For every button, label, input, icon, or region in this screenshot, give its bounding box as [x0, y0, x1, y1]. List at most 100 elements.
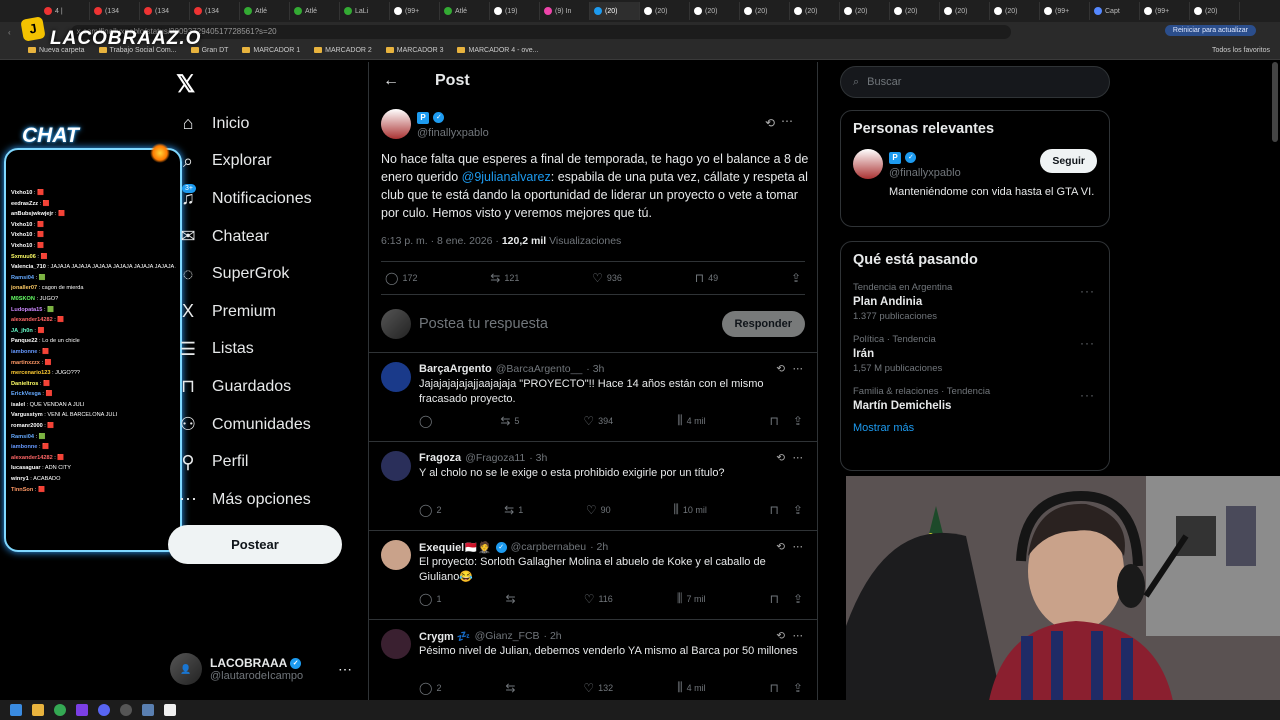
- follow-button[interactable]: Seguir: [1040, 149, 1097, 173]
- nav-item-profile[interactable]: ⚲ Perfil: [168, 443, 368, 481]
- reply-avatar[interactable]: [381, 540, 411, 570]
- more-icon[interactable]: ⋯: [793, 630, 804, 642]
- nav-item-home[interactable]: ⌂ Inicio: [168, 105, 368, 143]
- browser-tab[interactable]: (20): [690, 2, 740, 20]
- windows-start-icon[interactable]: [10, 704, 22, 716]
- more-icon[interactable]: ⋯: [338, 661, 352, 678]
- discord-icon[interactable]: [98, 704, 110, 716]
- browser-tab[interactable]: Atlé: [440, 2, 490, 20]
- repost-action[interactable]: ⇆: [505, 681, 519, 695]
- reply-time[interactable]: · 3h: [529, 452, 547, 464]
- browser-tab[interactable]: Atlé: [240, 2, 290, 20]
- nav-item-notifications[interactable]: ♫ Notificaciones: [168, 180, 368, 218]
- bookmark-item[interactable]: MARCADOR 2: [314, 47, 372, 54]
- bookmark-icon[interactable]: ⊓: [770, 414, 779, 428]
- more-icon[interactable]: ⋯: [793, 541, 804, 553]
- nav-item-explore[interactable]: ⌕ Explorar: [168, 143, 368, 181]
- more-icon[interactable]: ···: [1080, 388, 1095, 402]
- like-action[interactable]: ♡ 116: [584, 592, 613, 606]
- reply-author-name[interactable]: Crygm 💤: [419, 630, 471, 643]
- share-icon[interactable]: ⇪: [793, 592, 803, 606]
- views-action[interactable]: ⫼ 7 mil: [677, 591, 706, 606]
- back-arrow-icon[interactable]: ←: [383, 72, 399, 90]
- obs-icon[interactable]: [120, 704, 132, 716]
- views-action[interactable]: ⫼ 4 mil: [677, 413, 706, 428]
- avatar[interactable]: [853, 149, 883, 179]
- trend-item[interactable]: Tendencia en Argentina Plan Andinia 1.37…: [841, 276, 1109, 328]
- post-button[interactable]: Postear: [168, 525, 342, 564]
- browser-tab[interactable]: (20): [640, 2, 690, 20]
- share-icon[interactable]: ⇪: [793, 681, 803, 695]
- url-field[interactable]: x.com/finallyxpablo/status/2009372940517…: [70, 25, 1011, 39]
- reply-author-handle[interactable]: @Fragoza11: [465, 452, 525, 464]
- more-icon[interactable]: ⋯: [793, 452, 804, 464]
- browser-tab[interactable]: (19): [490, 2, 540, 20]
- browser-tab[interactable]: (134: [140, 2, 190, 20]
- more-icon[interactable]: ⋯: [793, 363, 804, 375]
- app-icon[interactable]: [164, 704, 176, 716]
- nav-item-supergrok[interactable]: ◌ SuperGrok: [168, 255, 368, 293]
- share-icon[interactable]: ⇪: [793, 503, 803, 517]
- reply-author-name[interactable]: Fragoza: [419, 452, 461, 464]
- author-handle[interactable]: @finallyxpablo: [417, 127, 489, 139]
- repost-action[interactable]: ⇆ 121: [490, 271, 519, 285]
- repost-action[interactable]: ⇆ 5: [500, 414, 519, 428]
- reply-avatar[interactable]: [381, 362, 411, 392]
- scrollbar[interactable]: [1272, 62, 1278, 142]
- grok-icon[interactable]: ⟲: [776, 363, 785, 375]
- browser-tab[interactable]: (99+: [1140, 2, 1190, 20]
- browser-tab[interactable]: (20): [1190, 2, 1240, 20]
- app-icon[interactable]: [142, 704, 154, 716]
- bookmark-item[interactable]: MARCADOR 3: [385, 47, 443, 54]
- browser-tab[interactable]: LaLi: [340, 2, 390, 20]
- share-action[interactable]: ⇪: [791, 271, 801, 285]
- back-icon[interactable]: ‹: [8, 28, 11, 37]
- more-icon[interactable]: ···: [1080, 336, 1095, 350]
- browser-tab[interactable]: (134: [190, 2, 240, 20]
- author-avatar[interactable]: [381, 109, 411, 139]
- reply-author-handle[interactable]: @BarcaArgento__: [496, 363, 583, 375]
- nav-item-lists[interactable]: ☰ Listas: [168, 331, 368, 369]
- reply-author-handle[interactable]: @Gianz_FCB: [475, 630, 540, 642]
- post-time[interactable]: 6:13 p. m. · 8 ene. 2026 ·: [381, 235, 502, 247]
- reply-time[interactable]: · 2h: [590, 541, 608, 553]
- more-icon[interactable]: ⋯: [781, 114, 793, 128]
- reply-time[interactable]: · 2h: [544, 630, 562, 642]
- browser-tab[interactable]: (20): [790, 2, 840, 20]
- chrome-icon[interactable]: [54, 704, 66, 716]
- reply-author-handle[interactable]: @carpbernabeu: [511, 541, 586, 553]
- grok-icon[interactable]: ⟲: [765, 116, 775, 130]
- bookmark-icon[interactable]: ⊓: [770, 592, 779, 606]
- like-action[interactable]: ♡ 132: [583, 681, 613, 695]
- reply-action[interactable]: ◯ 2: [419, 503, 441, 517]
- reply-action[interactable]: ◯ 172: [385, 271, 417, 285]
- nav-item-bookmarks[interactable]: ⊓ Guardados: [168, 368, 368, 406]
- nav-item-chat[interactable]: ✉ Chatear: [168, 218, 368, 256]
- reply-action[interactable]: ◯: [419, 414, 436, 428]
- browser-tab[interactable]: (20): [840, 2, 890, 20]
- reply-item[interactable]: Crygm 💤 @Gianz_FCB · 2h ⟲ ⋯ Pésimo nivel…: [369, 620, 817, 709]
- browser-tab[interactable]: (20): [890, 2, 940, 20]
- reply-input[interactable]: Postea tu respuesta: [419, 316, 714, 332]
- browser-tab[interactable]: (20): [590, 2, 640, 20]
- like-action[interactable]: ♡ 394: [583, 414, 613, 428]
- trend-item[interactable]: Política · Tendencia Irán 1,57 M publica…: [841, 328, 1109, 380]
- reply-action[interactable]: ◯ 2: [419, 681, 441, 695]
- all-bookmarks-button[interactable]: Todos los favoritos: [1212, 47, 1270, 54]
- restart-update-button[interactable]: Reiniciar para actualizar: [1164, 25, 1256, 36]
- reply-time[interactable]: · 3h: [586, 363, 604, 375]
- nav-item-more[interactable]: ⋯ Más opciones: [168, 481, 368, 519]
- reply-avatar[interactable]: [381, 451, 411, 481]
- share-icon[interactable]: ⇪: [793, 414, 803, 428]
- browser-tab[interactable]: (9) In: [540, 2, 590, 20]
- bookmark-item[interactable]: MARCADOR 1: [242, 47, 300, 54]
- mention-link[interactable]: @9julianalvarez: [462, 170, 551, 184]
- repost-action[interactable]: ⇆ 1: [504, 503, 523, 517]
- browser-tab[interactable]: (20): [740, 2, 790, 20]
- reply-author-name[interactable]: Exequiel🇲🇨🤵: [419, 541, 492, 554]
- repost-action[interactable]: ⇆: [506, 592, 520, 606]
- reply-item[interactable]: Fragoza @Fragoza11 · 3h ⟲ ⋯ Y al cholo n…: [369, 442, 817, 531]
- browser-tab[interactable]: (134: [90, 2, 140, 20]
- reply-item[interactable]: BarçaArgento @BarcaArgento__ · 3h ⟲ ⋯ Ja…: [369, 353, 817, 442]
- browser-tab[interactable]: (20): [990, 2, 1040, 20]
